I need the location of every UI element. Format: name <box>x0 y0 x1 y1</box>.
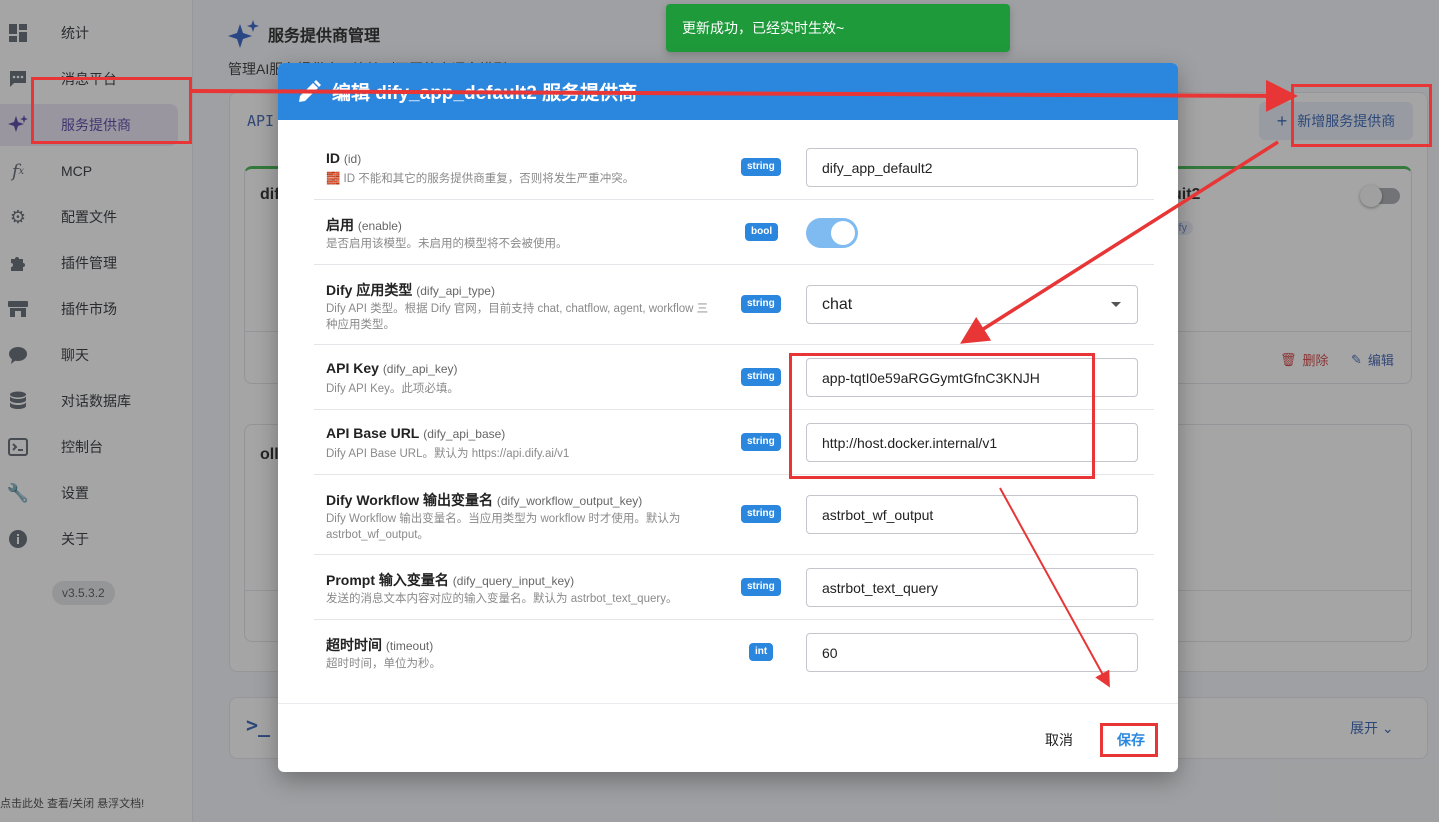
pencil-icon <box>299 80 321 102</box>
annotation-box <box>31 77 192 144</box>
field-row-enable: 启用 (enable) 是否启用该模型。未启用的模型将不会被使用。 <box>314 200 1154 265</box>
id-input[interactable]: dify_app_default2 <box>806 148 1138 187</box>
annotation-box <box>1100 723 1158 757</box>
type-tag: string <box>741 505 781 523</box>
type-tag: string <box>741 433 781 451</box>
annotation-box <box>1291 84 1432 147</box>
type-tag: string <box>741 158 781 176</box>
timeout-input[interactable]: 60 <box>806 633 1138 672</box>
workflow-output-key-input[interactable]: astrbot_wf_output <box>806 495 1138 534</box>
api-type-select[interactable]: chat <box>806 285 1138 324</box>
cancel-button[interactable]: 取消 <box>1045 730 1073 750</box>
enable-switch[interactable] <box>806 218 858 248</box>
type-tag: string <box>741 578 781 596</box>
success-toast: 更新成功，已经实时生效~ <box>666 4 1010 52</box>
type-tag: int <box>749 643 774 661</box>
annotation-box <box>789 353 1095 479</box>
dialog-title: 编辑 dify_app_default2 服务提供商 <box>332 83 638 104</box>
type-tag: bool <box>745 223 779 241</box>
dialog-header: 编辑 dify_app_default2 服务提供商 <box>278 63 1178 120</box>
type-tag: string <box>741 295 781 313</box>
query-input-key-input[interactable]: astrbot_text_query <box>806 568 1138 607</box>
divider <box>278 703 1178 704</box>
type-tag: string <box>741 368 781 386</box>
chevron-down-icon <box>1111 302 1121 307</box>
